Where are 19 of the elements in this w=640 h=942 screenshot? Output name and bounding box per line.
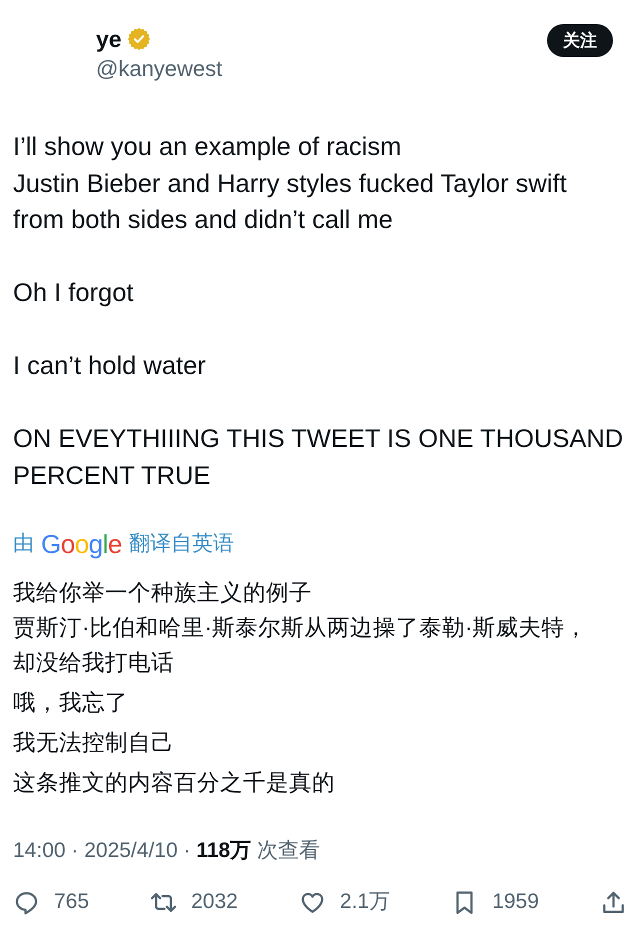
translation-prefix: 由 bbox=[13, 531, 34, 557]
tweet-paragraph: ON EVEYTHIIING THIS TWEET IS ONE THOUSAND PERCENT TRUE bbox=[13, 424, 624, 492]
translated-from-link[interactable]: 翻译自英语 bbox=[128, 529, 234, 559]
post-timestamp-views: 14:00 · 2025/4/10 · 118万 次查看 bbox=[13, 838, 322, 864]
translated-paragraph: 哦，我忘了 bbox=[13, 689, 129, 717]
google-logo: Google bbox=[41, 529, 122, 559]
tweet-paragraph: I’ll show you an example of racism Justin Bieber and Harry styles fucked Taylor swift from both sides and didn’t call me bbox=[13, 132, 568, 236]
tweet-paragraph: Oh I forgot bbox=[13, 278, 134, 309]
tweet-paragraph: I can’t hold water bbox=[13, 351, 207, 382]
like-button[interactable]: 2.1万 bbox=[298, 887, 390, 917]
user-name[interactable]: ye bbox=[96, 24, 122, 54]
user-handle[interactable]: @kanyewest bbox=[96, 54, 222, 84]
translated-paragraph: 我无法控制自己 bbox=[13, 729, 175, 757]
follow-button[interactable]: 关注 bbox=[547, 24, 613, 57]
translated-paragraph: 这条推文的内容百分之千是真的 bbox=[13, 769, 336, 797]
repost-button[interactable]: 2032 bbox=[150, 887, 238, 917]
bookmark-button[interactable]: 1959 bbox=[451, 887, 539, 917]
translated-paragraph: 我给你举一个种族主义的例子 贾斯汀·比伯和哈里·斯泰尔斯从两边操了泰勒·斯威夫特， 却没给我打电话 bbox=[13, 579, 588, 677]
reply-button[interactable]: 765 bbox=[13, 887, 90, 917]
